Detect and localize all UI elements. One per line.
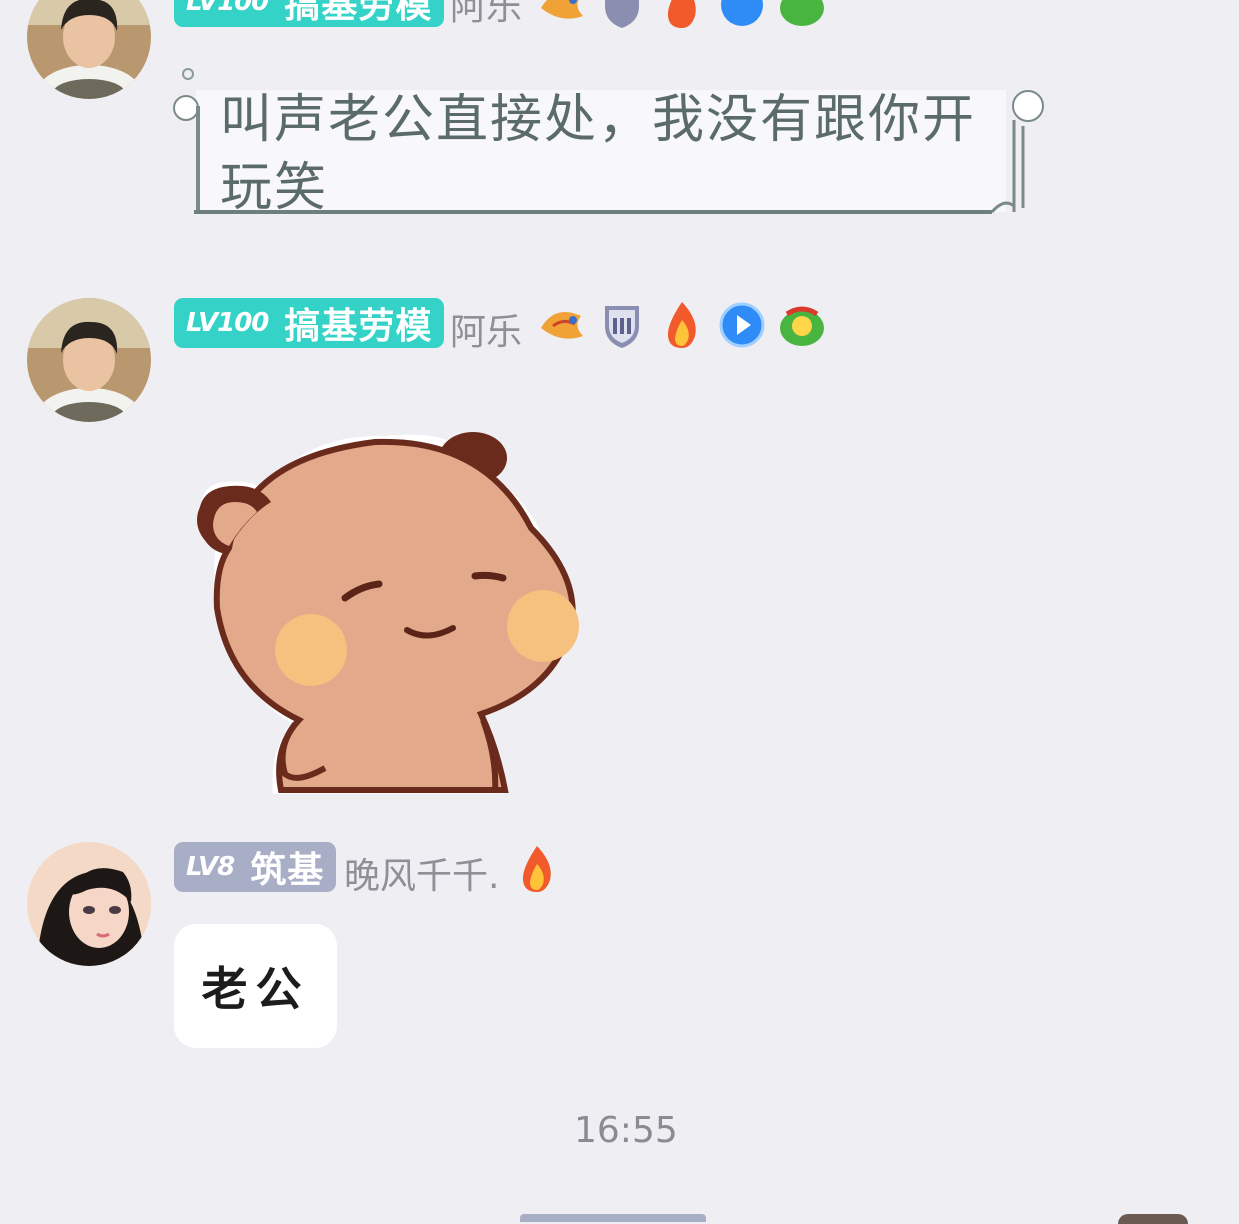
fire-icon xyxy=(522,846,551,892)
avatar-partial[interactable] xyxy=(1118,1214,1188,1224)
medal-row xyxy=(535,0,829,32)
bear-smug-sticker[interactable] xyxy=(185,428,580,794)
avatar[interactable] xyxy=(27,842,151,966)
message-text: 叫声老公直接处，我没有跟你开 玩笑 xyxy=(220,86,1010,222)
avatar[interactable] xyxy=(27,298,151,422)
shield-medal-icon xyxy=(605,0,639,28)
play-icon xyxy=(719,302,765,348)
pea-medal-icon xyxy=(780,306,824,346)
message-text: 老公 xyxy=(201,962,310,1016)
sender-name[interactable]: 阿乐 xyxy=(450,0,522,30)
level-badge: LV100 搞基劳模 xyxy=(174,0,445,27)
dragon-medal-icon xyxy=(541,0,583,19)
level-badge-partial xyxy=(520,1214,706,1222)
avatar[interactable] xyxy=(27,0,151,99)
message-text-line: 叫声老公直接处，我没有跟你开 xyxy=(220,90,977,150)
timestamp: 16:55 xyxy=(574,1110,678,1151)
pea-medal-icon xyxy=(780,0,824,26)
level-badge: LV100 搞基劳模 xyxy=(174,298,445,348)
medal-row xyxy=(535,298,829,352)
dragon-medal-icon xyxy=(541,312,583,339)
message-bubble[interactable]: 老公 xyxy=(174,924,337,1048)
fire-icon xyxy=(667,302,696,348)
shield-medal-icon xyxy=(605,306,639,348)
fire-icon xyxy=(667,0,696,28)
play-icon xyxy=(721,0,763,26)
level-badge: LV8 筑基 xyxy=(174,842,337,892)
message-text-line: 玩笑 xyxy=(220,158,329,218)
scroll-message-frame[interactable]: 叫声老公直接处，我没有跟你开 玩笑 xyxy=(168,66,1048,226)
sender-name[interactable]: 阿乐 xyxy=(450,303,522,355)
sender-name[interactable]: 晚风千千. xyxy=(344,847,499,899)
